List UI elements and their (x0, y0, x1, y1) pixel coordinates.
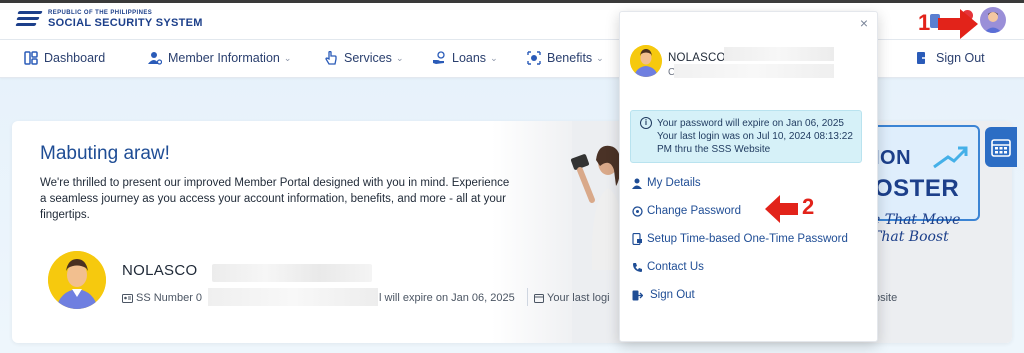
ss-number-label: SS Number 0 (136, 292, 203, 304)
ss-number-line: SS Number 0 (122, 292, 202, 304)
menu-contact-us[interactable]: Contact Us (630, 261, 704, 273)
dropdown-member-name: NOLASCO (668, 52, 726, 64)
nav-sign-out[interactable]: Sign Out (916, 51, 985, 65)
annotation-number-2: 2 (802, 194, 815, 219)
last-login-line: Your last logi (534, 292, 610, 304)
hand-pointer-icon (325, 51, 337, 65)
info-icon: i (640, 117, 652, 129)
nav-services[interactable]: Services ⌄ (324, 51, 403, 65)
menu-setup-totp-label: Setup Time-based One-Time Password (647, 233, 848, 245)
promo-banner[interactable]: ION OSTER (872, 125, 980, 221)
calendar-button[interactable] (985, 127, 1017, 167)
sign-out-icon (632, 290, 643, 300)
chevron-down-icon: ⌄ (395, 52, 404, 63)
last-login-label: Your last logi (547, 292, 610, 304)
info-line-last-login: Your last login was on Jul 10, 2024 08:1… (657, 131, 853, 155)
nav-loans-label: Loans (452, 51, 487, 65)
sss-logo[interactable]: REPUBLIC OF THE PHILIPPINES SOCIAL SECUR… (14, 8, 203, 30)
user-gear-icon (148, 52, 162, 65)
logo-small-text: REPUBLIC OF THE PHILIPPINES (48, 9, 153, 16)
calendar-icon (534, 294, 544, 303)
id-card-icon (122, 293, 133, 303)
divider (527, 288, 528, 306)
password-expire-text: l will expire on Jan 06, 2025 (379, 292, 515, 304)
password-info-alert: i Your password will expire on Jan 06, 2… (630, 110, 862, 163)
promo-script-text: e That Move That Boost (872, 212, 961, 245)
chevron-down-icon: ⌄ (490, 52, 498, 63)
member-name: NOLASCO (122, 262, 198, 279)
menu-my-details[interactable]: My Details (630, 177, 701, 189)
promo-line-2: OSTER (874, 175, 960, 202)
close-icon[interactable]: × (860, 15, 868, 31)
redacted-name (212, 264, 372, 282)
annotation-number-1: 1 (918, 10, 931, 35)
annotation-arrow-2 (765, 195, 798, 223)
profile-avatar-button[interactable] (980, 7, 1006, 33)
dropdown-avatar (630, 45, 662, 77)
user-icon (632, 178, 642, 189)
calendar-grid-icon (991, 139, 1011, 157)
chevron-down-icon: ⌄ (283, 52, 292, 63)
annotation-arrow-1 (938, 9, 978, 39)
benefits-icon (527, 51, 541, 65)
nav-sign-out-label: Sign Out (936, 51, 985, 65)
nav-services-label: Services (344, 51, 392, 65)
nav-dashboard-label: Dashboard (44, 51, 106, 65)
redacted-info (674, 64, 834, 78)
top-border (0, 0, 1024, 3)
chevron-down-icon: ⌄ (596, 52, 604, 63)
info-line-expire: Your password will expire on Jan 06, 202… (657, 118, 844, 129)
menu-sign-out-label: Sign Out (650, 289, 695, 301)
nav-loans[interactable]: Loans ⌄ (432, 51, 498, 65)
nav-member-information-label: Member Information (168, 51, 280, 65)
trend-arrow-icon (933, 146, 968, 169)
menu-change-password-label: Change Password (647, 205, 741, 217)
sign-out-icon (917, 52, 930, 64)
nav-benefits-label: Benefits (547, 51, 593, 65)
menu-contact-us-label: Contact Us (647, 261, 704, 273)
profile-dropdown: × NOLASCO C i Your password will expire … (619, 11, 878, 342)
greeting-title: Mabuting araw! (40, 143, 170, 164)
redacted-ss-number (208, 288, 378, 306)
hand-coin-icon (433, 51, 445, 64)
menu-sign-out[interactable]: Sign Out (630, 289, 695, 301)
nav-dashboard[interactable]: Dashboard (24, 51, 105, 65)
phone-icon (632, 262, 642, 272)
dashboard-icon (24, 51, 38, 65)
phone-lock-icon (632, 233, 642, 245)
logo-big-text: SOCIAL SECURITY SYSTEM (48, 16, 203, 29)
member-avatar (48, 251, 106, 309)
redacted-name (724, 47, 834, 61)
menu-setup-totp[interactable]: Setup Time-based One-Time Password (630, 233, 848, 245)
nav-benefits[interactable]: Benefits ⌄ (527, 51, 604, 65)
nav-member-information[interactable]: Member Information ⌄ (148, 51, 291, 65)
key-icon (631, 205, 643, 217)
menu-my-details-label: My Details (647, 177, 701, 189)
menu-change-password[interactable]: Change Password (630, 205, 741, 217)
promo-line-1: ION (874, 147, 912, 169)
logo-stripes-icon (14, 8, 43, 30)
intro-text: We're thrilled to present our improved M… (40, 177, 510, 221)
